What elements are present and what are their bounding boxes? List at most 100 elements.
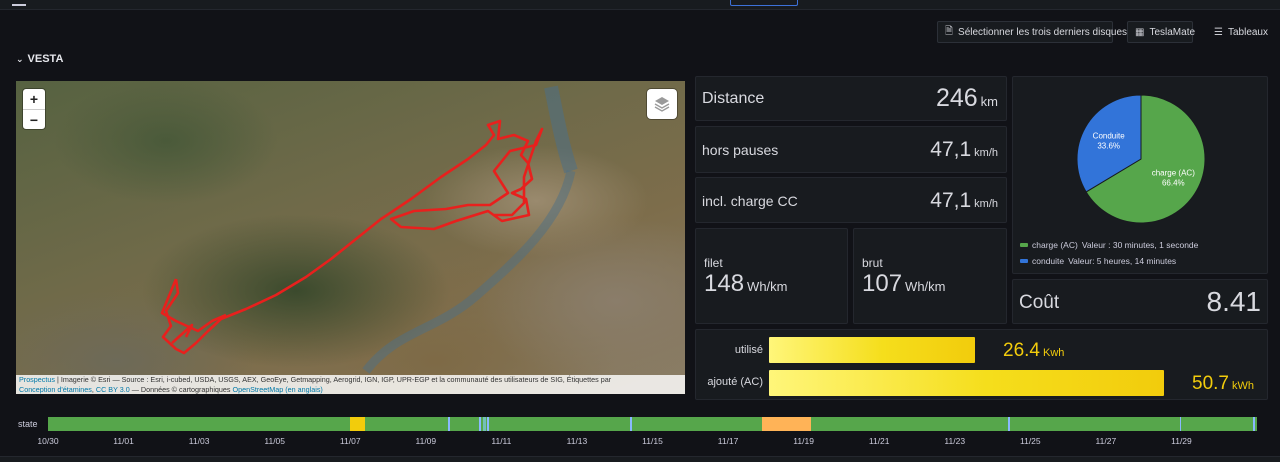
energy-used-number: 26.4 [1003, 340, 1040, 361]
timeline-tick-label: 11/11 [491, 436, 512, 446]
timeline-tick-label: 11/19 [793, 436, 814, 446]
zoom-out-button[interactable]: − [23, 109, 45, 129]
timeline-tick-label: 11/25 [1019, 436, 1041, 446]
cost-panel: Coût 8.41 [1012, 279, 1268, 324]
gross-consumption-label: brut [862, 256, 883, 270]
legend-swatch-conduite [1020, 259, 1028, 263]
net-consumption-value: 148 Wh/km [704, 270, 788, 298]
energy-added-label: ajouté (AC) [707, 376, 763, 388]
dashboard-grid-icon: ▦ [1135, 26, 1145, 38]
energy-added-value: 50.7 kWh [1192, 373, 1254, 395]
route-path-layer [160, 85, 578, 374]
state-segment[interactable] [1253, 417, 1256, 431]
state-segment[interactable] [629, 417, 632, 431]
net-consumption-unit: Wh/km [747, 279, 788, 294]
dashboards-label: Tableaux [1227, 26, 1268, 38]
timeline-tick-label: 11/03 [188, 436, 210, 446]
attribution-text: | Imagerie © Esri — Source : Esri, i-cub… [54, 375, 612, 384]
distance-unit: km [980, 94, 998, 109]
energy-used-label: utilisé [734, 344, 763, 356]
legend-name-conduite: conduite [1032, 256, 1065, 266]
top-nav-bar [0, 0, 1280, 10]
timeline-tick-label: 11/05 [264, 436, 286, 446]
timeline-tick-label: 11/21 [868, 436, 890, 446]
state-segment[interactable] [478, 417, 481, 431]
trip-map[interactable]: + − Prospectus | Imagerie © Esri — Sourc… [16, 81, 685, 394]
timeline-tick-label: 11/23 [944, 436, 966, 446]
timeline-tick-label: 10/30 [37, 436, 59, 446]
select-last-three-label: Sélectionner les trois derniers disques [958, 26, 1128, 38]
layers-icon [654, 97, 670, 112]
pie-pct-charge-ac: 66.4% [1162, 178, 1185, 187]
speed-incl-charge-number: 47,1 [930, 189, 972, 212]
legend-swatch-charge-ac [1020, 243, 1028, 247]
zoom-controls: + − [23, 89, 45, 129]
distance-value: 246 km [936, 84, 998, 113]
state-segment[interactable] [1179, 417, 1182, 431]
pie-chart: charge (AC) 66.4% Conduite 33.6% [1076, 94, 1206, 224]
gross-consumption-value: 107 Wh/km [862, 270, 946, 298]
gross-consumption-number: 107 [862, 270, 903, 297]
timeline-tick-label: 11/27 [1095, 436, 1117, 446]
speed-incl-charge-value: 47,1 km/h [930, 189, 998, 213]
state-segment[interactable] [762, 417, 812, 431]
document-icon: 🗎 [945, 25, 954, 37]
state-segment[interactable] [448, 417, 451, 431]
energy-added-number: 50.7 [1192, 373, 1229, 394]
list-icon: ☰ [1214, 26, 1223, 38]
speed-excl-pauses-panel: hors pauses 47,1 km/h [695, 126, 1007, 173]
speed-excl-pauses-unit: km/h [974, 147, 998, 159]
state-segment[interactable] [1007, 417, 1010, 431]
state-segment[interactable] [483, 417, 487, 431]
zoom-in-button[interactable]: + [23, 89, 45, 109]
cost-label: Coût [1019, 292, 1060, 313]
attribution-donnees: — Données © cartographiques [129, 384, 233, 394]
cost-value: 8.41 [1206, 286, 1262, 317]
speed-incl-charge-label: incl. charge CC [702, 193, 798, 209]
legend-value-charge-ac: Valeur : 30 minutes, 1 seconde [1081, 240, 1199, 250]
distance-panel: Distance 246 km [695, 76, 1007, 121]
legend-value-conduite: Valeur: 5 heures, 14 minutes [1068, 256, 1177, 266]
dashboards-link-button[interactable]: ☰ Tableaux [1206, 21, 1268, 43]
pie-pct-conduite: 33.6% [1097, 142, 1120, 151]
route-line [160, 119, 544, 355]
select-last-three-drives-button[interactable]: 🗎 Sélectionner les trois derniers disque… [937, 21, 1127, 43]
row-header-vesta[interactable]: ⌄ VESTA [16, 53, 63, 65]
chevron-down-icon: ⌄ [16, 53, 24, 64]
attribution-link-ccby[interactable]: CC BY 3.0 [96, 385, 130, 394]
attribution-link-prospectus[interactable]: Prospectus [19, 375, 55, 384]
timeline-tick-label: 11/09 [415, 436, 437, 446]
speed-excl-pauses-label: hors pauses [702, 142, 779, 158]
energy-bar-gauge-panel: utilisé 26.4 Kwh ajouté (AC) 50.7 kWh [695, 329, 1268, 400]
teslamate-link-button[interactable]: ▦ TeslaMate [1127, 21, 1196, 43]
attribution-link-conception[interactable]: Conception d'étamines [19, 385, 92, 394]
attribution-link-osm[interactable]: OpenStreetMap (en anglais) [233, 385, 323, 394]
timeline-tick-label: 11/17 [717, 436, 739, 446]
state-segment[interactable] [350, 417, 366, 431]
speed-incl-charge-panel: incl. charge CC 47,1 km/h [695, 177, 1007, 223]
net-consumption-panel: filet 148 Wh/km [695, 228, 848, 324]
teslamate-label: TeslaMate [1149, 26, 1196, 38]
timeline-tick-label: 11/01 [113, 436, 134, 446]
menu-icon[interactable] [12, 0, 26, 6]
timeline-tick-label: 11/15 [642, 436, 663, 446]
layers-button[interactable] [647, 89, 677, 119]
timeline-tick-label: 11/13 [566, 436, 588, 446]
nav-button[interactable] [730, 0, 798, 6]
energy-added-unit: kWh [1231, 380, 1254, 392]
map-attribution: Prospectus | Imagerie © Esri — Source : … [16, 375, 685, 394]
pie-label-charge-ac: charge (AC) [1152, 168, 1195, 177]
net-consumption-label: filet [704, 256, 723, 270]
state-segment[interactable] [487, 417, 490, 431]
speed-excl-pauses-value: 47,1 km/h [930, 138, 998, 162]
energy-used-value: 26.4 Kwh [1003, 340, 1064, 362]
legend-item-conduite[interactable]: conduite Valeur: 5 heures, 14 minutes [1020, 256, 1176, 266]
speed-excl-pauses-number: 47,1 [930, 138, 972, 161]
distance-number: 246 [935, 84, 978, 112]
timeline-tick-label: 11/07 [339, 436, 361, 446]
distance-label: Distance [702, 90, 765, 107]
legend-item-charge-ac[interactable]: charge (AC) Valeur : 30 minutes, 1 secon… [1020, 240, 1198, 250]
state-timeline[interactable] [48, 417, 1257, 431]
timeline-tick-label: 11/29 [1171, 436, 1192, 446]
energy-added-bar [769, 370, 1164, 396]
